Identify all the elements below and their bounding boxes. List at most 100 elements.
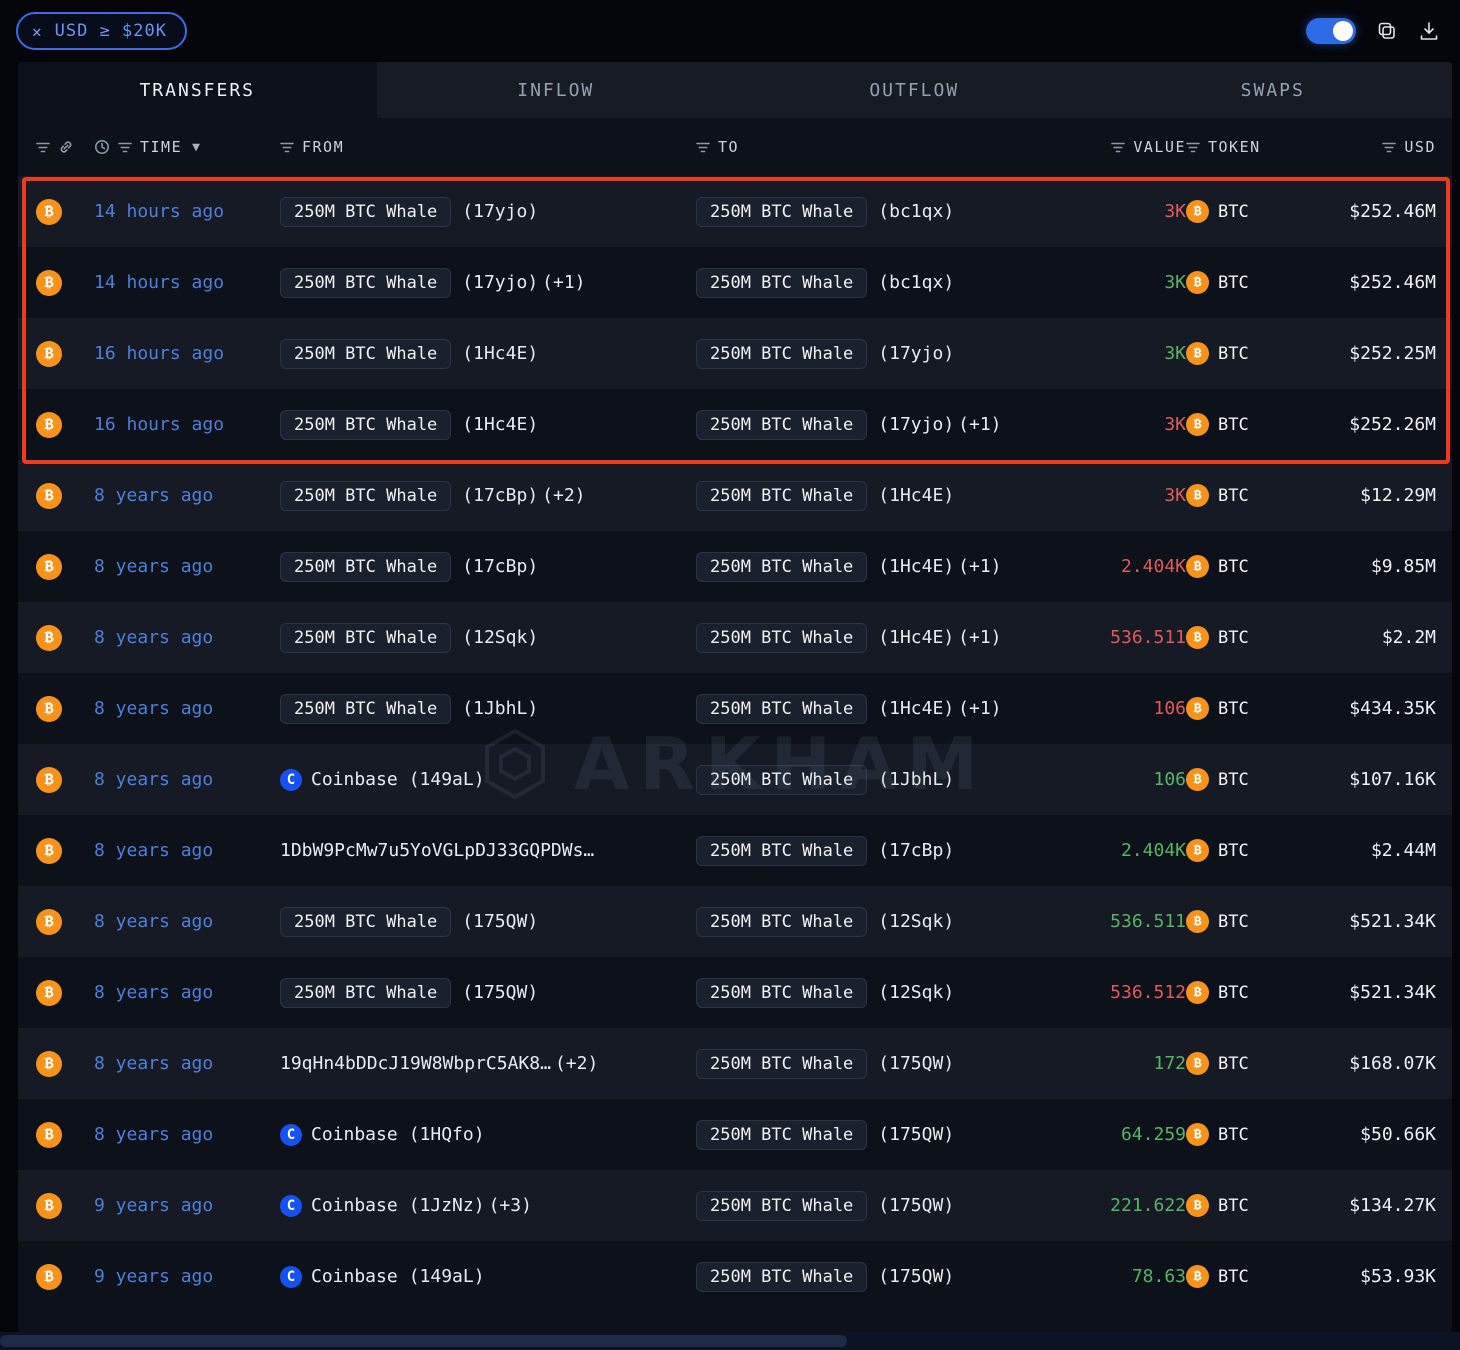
horizontal-scrollbar[interactable] (0, 1332, 1460, 1350)
from-address-short[interactable]: (175QW) (462, 911, 538, 932)
transfer-row[interactable]: ₿9 years agoCCoinbase(149aL)250M BTC Wha… (18, 1241, 1452, 1312)
from-extra-count[interactable]: (+1) (542, 272, 585, 293)
to-address-short[interactable]: (1Hc4E) (878, 698, 954, 719)
from-entity-chip[interactable]: 250M BTC Whale (280, 481, 451, 511)
to-entity-chip[interactable]: 250M BTC Whale (696, 339, 867, 369)
from-entity-chip[interactable]: 250M BTC Whale (280, 268, 451, 298)
to-entity-chip[interactable]: 250M BTC Whale (696, 765, 867, 795)
time-link[interactable]: 9 years ago (94, 1266, 213, 1287)
to-address-short[interactable]: (1Hc4E) (878, 485, 954, 506)
from-entity-chip[interactable]: 250M BTC Whale (280, 694, 451, 724)
toggle-switch[interactable] (1306, 18, 1356, 44)
time-link[interactable]: 8 years ago (94, 982, 213, 1003)
to-entity-chip[interactable]: 250M BTC Whale (696, 1049, 867, 1079)
from-address-short[interactable]: (17cBp) (462, 485, 538, 506)
to-entity-chip[interactable]: 250M BTC Whale (696, 1120, 867, 1150)
to-address-short[interactable]: (12Sqk) (878, 911, 954, 932)
time-link[interactable]: 14 hours ago (94, 201, 224, 222)
from-entity-name[interactable]: Coinbase (311, 1124, 398, 1145)
filter-icon[interactable] (1111, 141, 1125, 154)
from-entity-chip[interactable]: 250M BTC Whale (280, 978, 451, 1008)
time-link[interactable]: 8 years ago (94, 840, 213, 861)
to-address-short[interactable]: (17yjo) (878, 343, 954, 364)
scrollbar-thumb[interactable] (0, 1335, 847, 1347)
time-link[interactable]: 8 years ago (94, 1053, 213, 1074)
time-link[interactable]: 8 years ago (94, 627, 213, 648)
from-address-short[interactable]: (1JbhL) (462, 698, 538, 719)
filter-icon[interactable] (1186, 141, 1200, 154)
from-address-short[interactable]: (17yjo) (462, 201, 538, 222)
from-address[interactable]: 19qHn4bDDcJ19W8WbprC5AK8… (280, 1053, 551, 1074)
to-address-short[interactable]: (175QW) (878, 1195, 954, 1216)
time-link[interactable]: 16 hours ago (94, 414, 224, 435)
transfer-row[interactable]: ₿14 hours ago250M BTC Whale(17yjo)250M B… (18, 176, 1452, 247)
to-extra-count[interactable]: (+1) (958, 627, 1001, 648)
filter-icon[interactable] (696, 141, 710, 154)
from-extra-count[interactable]: (+2) (542, 485, 585, 506)
to-entity-chip[interactable]: 250M BTC Whale (696, 694, 867, 724)
transfer-row[interactable]: ₿8 years ago250M BTC Whale(175QW)250M BT… (18, 957, 1452, 1028)
from-entity-chip[interactable]: 250M BTC Whale (280, 907, 451, 937)
to-address-short[interactable]: (1Hc4E) (878, 556, 954, 577)
from-address-short[interactable]: (149aL) (409, 1266, 485, 1287)
column-header-time[interactable]: TIME ▼ (94, 138, 280, 156)
to-address-short[interactable]: (1JbhL) (878, 769, 954, 790)
column-header-to[interactable]: TO (696, 138, 1066, 156)
time-link[interactable]: 8 years ago (94, 911, 213, 932)
to-entity-chip[interactable]: 250M BTC Whale (696, 481, 867, 511)
to-entity-chip[interactable]: 250M BTC Whale (696, 623, 867, 653)
from-entity-chip[interactable]: 250M BTC Whale (280, 410, 451, 440)
link-icon[interactable] (58, 139, 74, 155)
copy-icon[interactable] (1376, 20, 1398, 42)
transfer-row[interactable]: ₿8 years agoCCoinbase(149aL)250M BTC Wha… (18, 744, 1452, 815)
to-extra-count[interactable]: (+1) (958, 556, 1001, 577)
to-address-short[interactable]: (17cBp) (878, 840, 954, 861)
transfer-row[interactable]: ₿8 years ago250M BTC Whale(175QW)250M BT… (18, 886, 1452, 957)
column-header-value[interactable]: VALUE (1066, 138, 1186, 156)
transfer-row[interactable]: ₿14 hours ago250M BTC Whale(17yjo)(+1)25… (18, 247, 1452, 318)
time-link[interactable]: 8 years ago (94, 556, 213, 577)
transfer-row[interactable]: ₿8 years ago1DbW9PcMw7u5YoVGLpDJ33GQPDWs… (18, 815, 1452, 886)
filter-icon[interactable] (1382, 141, 1396, 154)
close-icon[interactable]: ✕ (32, 22, 43, 41)
from-address-short[interactable]: (175QW) (462, 982, 538, 1003)
to-extra-count[interactable]: (+1) (958, 414, 1001, 435)
from-entity-name[interactable]: Coinbase (311, 1266, 398, 1287)
to-address-short[interactable]: (175QW) (878, 1266, 954, 1287)
filter-icon[interactable] (280, 141, 294, 154)
time-link[interactable]: 14 hours ago (94, 272, 224, 293)
from-address-short[interactable]: (149aL) (409, 769, 485, 790)
to-address-short[interactable]: (175QW) (878, 1053, 954, 1074)
time-link[interactable]: 16 hours ago (94, 343, 224, 364)
from-entity-chip[interactable]: 250M BTC Whale (280, 623, 451, 653)
tab-inflow[interactable]: INFLOW (377, 62, 736, 118)
to-extra-count[interactable]: (+1) (958, 698, 1001, 719)
transfer-row[interactable]: ₿8 years ago250M BTC Whale(17cBp)(+2)250… (18, 460, 1452, 531)
filter-icon[interactable] (118, 141, 132, 154)
to-address-short[interactable]: (12Sqk) (878, 982, 954, 1003)
to-entity-chip[interactable]: 250M BTC Whale (696, 1191, 867, 1221)
to-entity-chip[interactable]: 250M BTC Whale (696, 410, 867, 440)
tab-swaps[interactable]: SWAPS (1094, 62, 1453, 118)
time-link[interactable]: 8 years ago (94, 769, 213, 790)
from-extra-count[interactable]: (+3) (489, 1195, 532, 1216)
to-entity-chip[interactable]: 250M BTC Whale (696, 836, 867, 866)
column-header-from[interactable]: FROM (280, 138, 696, 156)
transfer-row[interactable]: ₿8 years ago19qHn4bDDcJ19W8WbprC5AK8…(+2… (18, 1028, 1452, 1099)
transfer-row[interactable]: ₿8 years agoCCoinbase(1HQfo)250M BTC Wha… (18, 1099, 1452, 1170)
to-address-short[interactable]: (175QW) (878, 1124, 954, 1145)
tab-outflow[interactable]: OUTFLOW (735, 62, 1094, 118)
from-address-short[interactable]: (1Hc4E) (462, 343, 538, 364)
from-entity-name[interactable]: Coinbase (311, 769, 398, 790)
to-entity-chip[interactable]: 250M BTC Whale (696, 552, 867, 582)
transfer-row[interactable]: ₿16 hours ago250M BTC Whale(1Hc4E)250M B… (18, 389, 1452, 460)
download-icon[interactable] (1418, 20, 1440, 42)
to-address-short[interactable]: (17yjo) (878, 414, 954, 435)
time-link[interactable]: 8 years ago (94, 485, 213, 506)
from-entity-name[interactable]: Coinbase (311, 1195, 398, 1216)
to-entity-chip[interactable]: 250M BTC Whale (696, 268, 867, 298)
to-address-short[interactable]: (1Hc4E) (878, 627, 954, 648)
from-address-short[interactable]: (1HQfo) (409, 1124, 485, 1145)
from-address-short[interactable]: (1Hc4E) (462, 414, 538, 435)
to-entity-chip[interactable]: 250M BTC Whale (696, 197, 867, 227)
